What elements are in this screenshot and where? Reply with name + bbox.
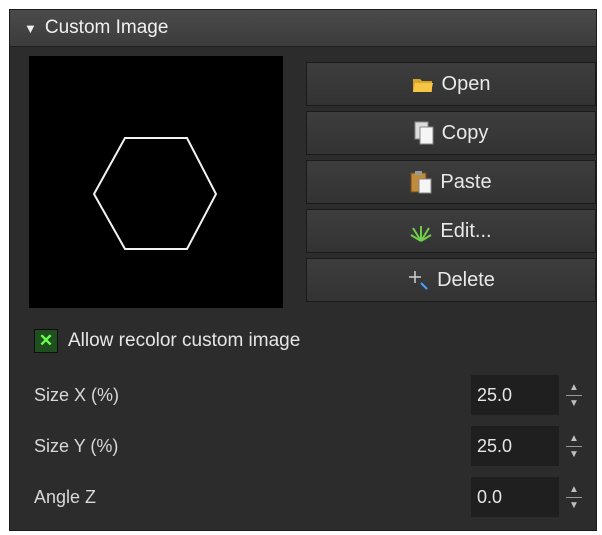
size-x-row: Size X (%) 25.0 ▲ ▼ (34, 372, 589, 418)
angle-z-input[interactable]: 0.0 (471, 477, 559, 517)
panel-header[interactable]: ▼ Custom Image (10, 10, 596, 47)
spin-up-icon[interactable]: ▲ (569, 484, 579, 495)
size-y-input[interactable]: 25.0 (471, 426, 559, 466)
size-x-spinner[interactable]: ▲ ▼ (559, 375, 589, 415)
image-preview (29, 56, 283, 308)
copy-button[interactable]: Copy (306, 111, 596, 155)
edit-button[interactable]: Edit... (306, 209, 596, 253)
size-y-spinner[interactable]: ▲ ▼ (559, 426, 589, 466)
angle-z-spinner[interactable]: ▲ ▼ (559, 477, 589, 517)
size-y-row: Size Y (%) 25.0 ▲ ▼ (34, 423, 589, 469)
edit-label: Edit... (440, 219, 492, 242)
open-button[interactable]: Open (306, 62, 596, 106)
delete-button[interactable]: Delete (306, 258, 596, 302)
hexagon-image (92, 137, 218, 250)
spin-down-icon[interactable]: ▼ (569, 449, 579, 460)
copy-icon (414, 121, 434, 145)
panel-title: Custom Image (44, 17, 169, 38)
allow-recolor-checkbox[interactable]: ✕ (34, 329, 58, 353)
spin-down-icon[interactable]: ▼ (569, 500, 579, 511)
size-y-label: Size Y (%) (34, 435, 119, 456)
size-x-label: Size X (%) (34, 384, 120, 405)
delete-label: Delete (437, 268, 495, 291)
paste-icon (410, 170, 432, 194)
paste-button[interactable]: Paste (306, 160, 596, 204)
image-actions: Open Copy Paste Edit... Delete (306, 62, 596, 307)
delete-icon (407, 269, 429, 291)
angle-z-row: Angle Z 0.0 ▲ ▼ (34, 474, 589, 520)
open-label: Open (441, 72, 491, 95)
triangle-down-icon[interactable]: ▼ (24, 21, 37, 36)
allow-recolor-label: Allow recolor custom image (68, 330, 301, 351)
edit-icon (410, 220, 432, 242)
spin-up-icon[interactable]: ▲ (569, 433, 579, 444)
allow-recolor-row[interactable]: ✕ Allow recolor custom image (34, 326, 300, 356)
custom-image-panel: ▼ Custom Image Open Copy Paste Edit... D… (9, 9, 597, 531)
paste-label: Paste (440, 170, 492, 193)
spin-down-icon[interactable]: ▼ (569, 398, 579, 409)
angle-z-label: Angle Z (34, 486, 97, 507)
folder-icon (412, 75, 434, 93)
size-x-input[interactable]: 25.0 (471, 375, 559, 415)
copy-label: Copy (441, 121, 489, 144)
spin-up-icon[interactable]: ▲ (569, 382, 579, 393)
